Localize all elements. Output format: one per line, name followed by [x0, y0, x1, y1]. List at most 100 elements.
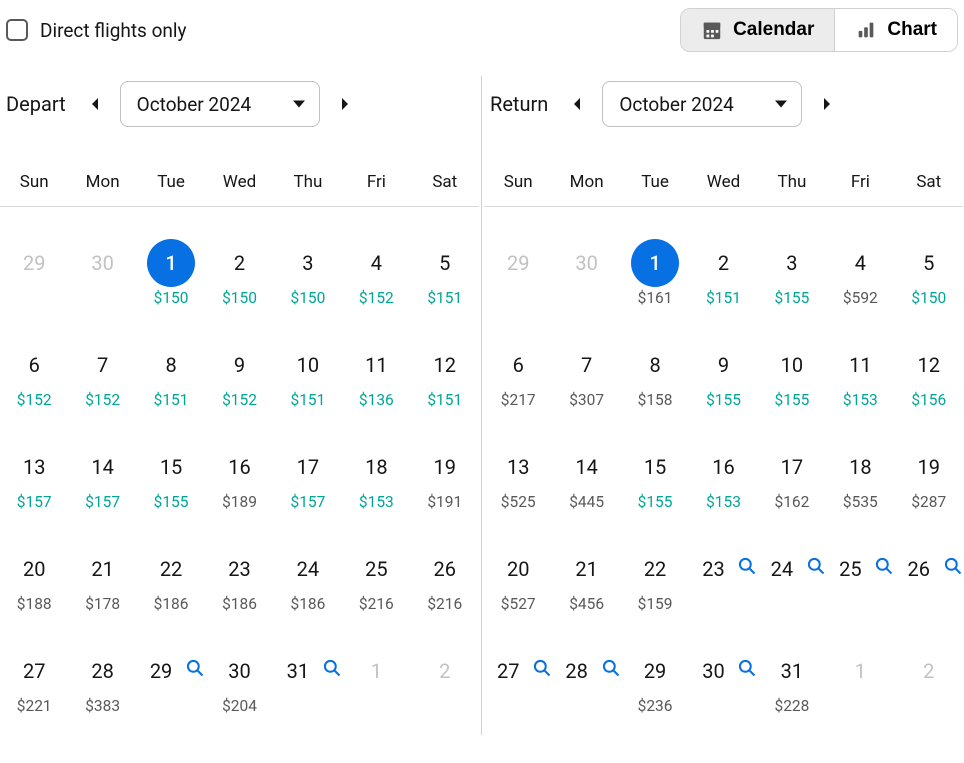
day-price: $150 [895, 289, 963, 307]
calendar-day-cell[interactable]: 13$525 [484, 429, 552, 531]
calendar-day-cell[interactable]: 25$216 [342, 531, 410, 633]
day-number: 21 [563, 545, 611, 593]
calendar-day-cell[interactable]: 6$217 [484, 327, 552, 429]
calendar-day-cell: 2 [895, 633, 963, 735]
calendar-day-cell[interactable]: 7$307 [552, 327, 620, 429]
depart-prev-month-button[interactable] [80, 89, 110, 119]
day-price: $592 [826, 289, 894, 307]
calendar-day-cell[interactable]: 19$191 [411, 429, 479, 531]
calendar-day-cell[interactable]: 6$152 [0, 327, 68, 429]
day-number: 22 [631, 545, 679, 593]
calendar-day-cell[interactable]: 24$186 [274, 531, 342, 633]
day-number: 22 [147, 545, 195, 593]
calendar-day-cell[interactable]: 7$152 [68, 327, 136, 429]
day-price: $151 [137, 391, 205, 409]
calendar-day-cell[interactable]: 23$186 [205, 531, 273, 633]
calendar-day-cell[interactable]: 13$157 [0, 429, 68, 531]
return-prev-month-button[interactable] [562, 89, 592, 119]
calendar-day-cell[interactable]: 28 [552, 633, 620, 735]
calendar-day-cell[interactable]: 14$445 [552, 429, 620, 531]
day-price: $228 [758, 697, 826, 715]
calendar-day-cell[interactable]: 26 [895, 531, 963, 633]
depart-title: Depart [6, 92, 66, 116]
calendar-day-cell[interactable]: 16$189 [205, 429, 273, 531]
calendar-day-cell[interactable]: 11$153 [826, 327, 894, 429]
day-number: 26 [895, 545, 943, 593]
search-icon [185, 658, 205, 682]
calendar-day-cell[interactable]: 31 [274, 633, 342, 735]
calendar-day-cell[interactable]: 21$178 [68, 531, 136, 633]
return-next-month-button[interactable] [812, 89, 842, 119]
calendar-day-cell[interactable]: 27$221 [0, 633, 68, 735]
calendar-day-cell[interactable]: 10$155 [758, 327, 826, 429]
depart-month-select[interactable]: October 2024 [120, 81, 320, 127]
calendar-day-cell[interactable]: 1$161 [621, 225, 689, 327]
calendar-day-cell[interactable]: 3$155 [758, 225, 826, 327]
day-price: $236 [621, 697, 689, 715]
calendar-day-cell[interactable]: 25 [826, 531, 894, 633]
depart-next-month-button[interactable] [330, 89, 360, 119]
calendar-day-cell[interactable]: 17$157 [274, 429, 342, 531]
calendar-day-cell[interactable]: 16$153 [689, 429, 757, 531]
calendar-day-cell[interactable]: 19$287 [895, 429, 963, 531]
day-price: $153 [689, 493, 757, 511]
calendar-day-cell[interactable]: 30$204 [205, 633, 273, 735]
calendar-day-cell[interactable]: 5$151 [411, 225, 479, 327]
calendar-day-cell[interactable]: 15$155 [621, 429, 689, 531]
calendar-icon [701, 19, 723, 41]
calendar-day-cell[interactable]: 8$151 [137, 327, 205, 429]
calendar-day-cell[interactable]: 2 $151 [689, 225, 757, 327]
day-price: $152 [0, 391, 68, 409]
calendar-day-cell[interactable]: 4$592 [826, 225, 894, 327]
day-number: 18 [836, 443, 884, 491]
calendar-view-button[interactable]: Calendar [681, 9, 834, 51]
calendar-day-cell: 1 [826, 633, 894, 735]
calendar-day-cell[interactable]: 23 [689, 531, 757, 633]
day-price: $189 [205, 493, 273, 511]
calendar-day-cell[interactable]: 20$188 [0, 531, 68, 633]
calendar-day-cell[interactable]: 28$383 [68, 633, 136, 735]
calendar-day-cell[interactable]: 27 [484, 633, 552, 735]
calendar-day-cell[interactable]: 12$156 [895, 327, 963, 429]
calendar-day-cell[interactable]: 9$152 [205, 327, 273, 429]
day-number: 10 [284, 341, 332, 389]
calendar-day-cell[interactable]: 1$150 [137, 225, 205, 327]
calendar-day-cell[interactable]: 4$152 [342, 225, 410, 327]
calendar-day-cell[interactable]: 31$228 [758, 633, 826, 735]
weekday-header: Tue [137, 172, 205, 206]
day-number: 28 [79, 647, 127, 695]
calendar-day-cell[interactable]: 14$157 [68, 429, 136, 531]
day-number: 4 [352, 239, 400, 287]
calendar-day-cell[interactable]: 24 [758, 531, 826, 633]
calendar-day-cell[interactable]: 29$236 [621, 633, 689, 735]
chart-view-button[interactable]: Chart [834, 9, 957, 51]
calendar-day-cell[interactable]: 22$159 [621, 531, 689, 633]
calendar-day-cell[interactable]: 2$150 [205, 225, 273, 327]
calendar-day-cell[interactable]: 5$150 [895, 225, 963, 327]
calendar-day-cell[interactable]: 12$151 [411, 327, 479, 429]
calendar-day-cell[interactable]: 11$136 [342, 327, 410, 429]
calendar-day-cell[interactable]: 15$155 [137, 429, 205, 531]
calendar-day-cell[interactable]: 3$150 [274, 225, 342, 327]
calendar-day-cell[interactable]: 18$535 [826, 429, 894, 531]
calendar-day-cell[interactable]: 8$158 [621, 327, 689, 429]
calendar-day-cell[interactable]: 29 [137, 633, 205, 735]
calendar-day-cell[interactable]: 17$162 [758, 429, 826, 531]
calendar-day-cell[interactable]: 20$527 [484, 531, 552, 633]
day-number: 2 [699, 239, 747, 287]
day-number: 20 [10, 545, 58, 593]
calendar-day-cell[interactable]: 21$456 [552, 531, 620, 633]
direct-flights-toggle[interactable]: Direct flights only [6, 19, 187, 42]
checkbox-icon [6, 19, 28, 41]
calendar-day-cell[interactable]: 26$216 [411, 531, 479, 633]
search-icon [874, 556, 894, 580]
calendar-day-cell[interactable]: 10$151 [274, 327, 342, 429]
day-number: 17 [284, 443, 332, 491]
return-month-select[interactable]: October 2024 [602, 81, 802, 127]
day-number: 15 [631, 443, 679, 491]
calendar-day-cell[interactable]: 9$155 [689, 327, 757, 429]
day-price: $151 [689, 289, 757, 307]
calendar-day-cell[interactable]: 22$186 [137, 531, 205, 633]
calendar-day-cell[interactable]: 30 [689, 633, 757, 735]
calendar-day-cell[interactable]: 18$153 [342, 429, 410, 531]
